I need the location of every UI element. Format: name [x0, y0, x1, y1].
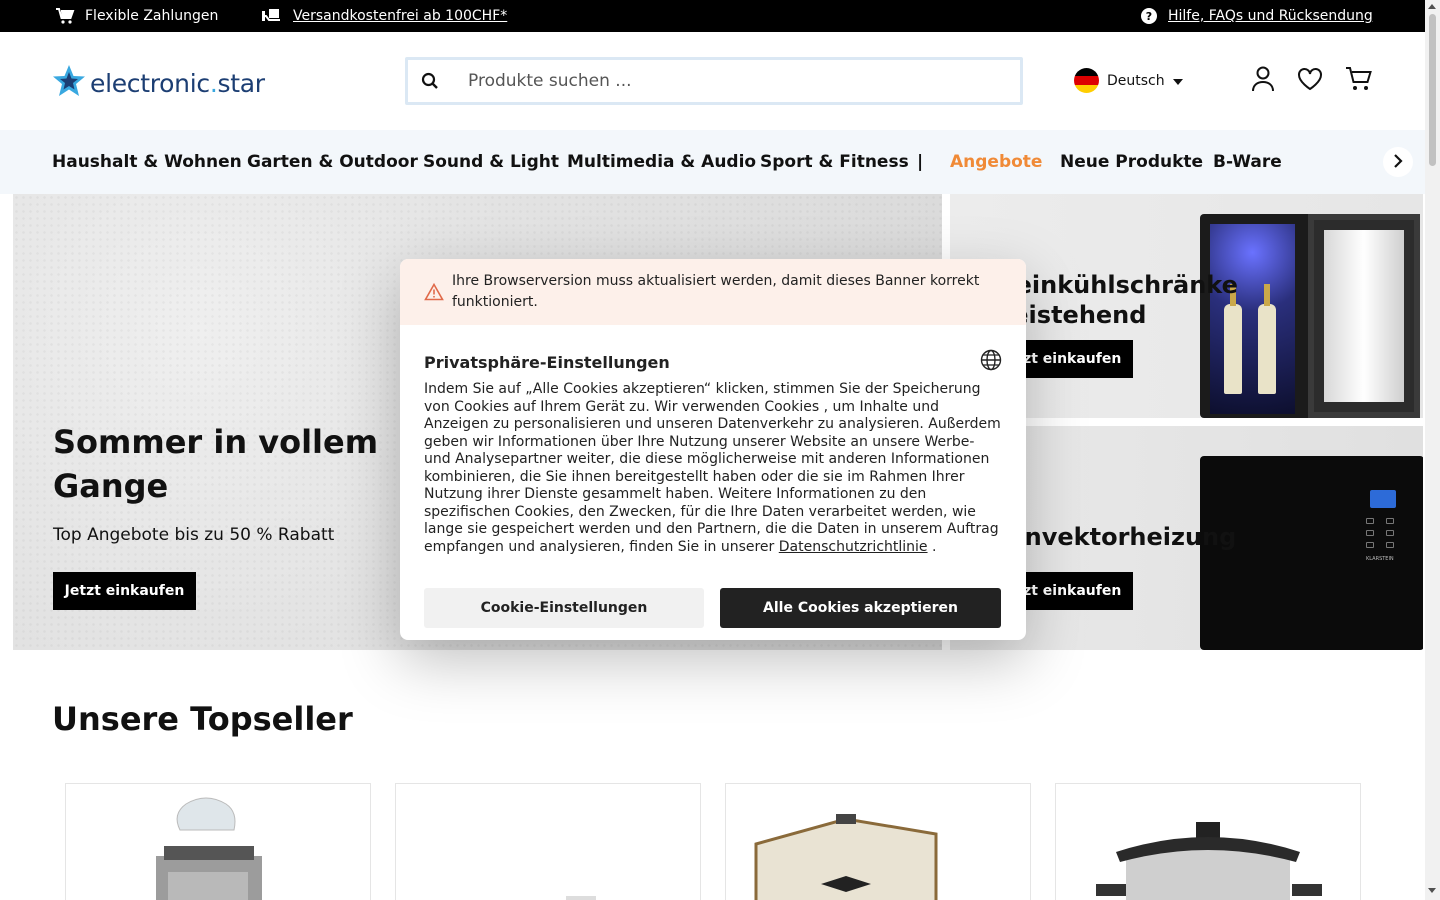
product-card[interactable] — [1055, 783, 1361, 900]
cookie-settings-button[interactable]: Cookie-Einstellungen — [424, 588, 704, 628]
star-logo-icon — [52, 64, 86, 102]
nav-item-b-ware[interactable]: B-Ware — [1213, 130, 1282, 194]
heater-title: Konvektorheizung — [990, 523, 1237, 551]
hero-subtitle: Top Angebote bis zu 50 % Rabatt — [53, 525, 335, 545]
nav-item-neue-produkte[interactable]: Neue Produkte — [1060, 130, 1203, 194]
product-card[interactable] — [65, 783, 371, 900]
hero-cta-button[interactable]: Jetzt einkaufen — [53, 572, 196, 610]
scrollbar-thumb[interactable] — [1429, 14, 1436, 166]
wishlist-heart-icon[interactable] — [1296, 65, 1324, 93]
main-navigation: Haushalt & Wohnen Garten & Outdoor Sound… — [0, 130, 1425, 194]
cookie-consent-text: Indem Sie auf „Alle Cookies akzeptieren“… — [424, 381, 1001, 555]
browser-warning-text: Ihre Browserversion muss aktualisiert we… — [452, 273, 980, 310]
nav-item-sport-fitness[interactable]: Sport & Fitness — [760, 130, 909, 194]
page-scrollbar[interactable] — [1425, 0, 1440, 900]
product-image — [726, 784, 1030, 900]
language-selector[interactable]: Deutsch — [1074, 68, 1183, 93]
nav-next-button[interactable] — [1383, 147, 1413, 177]
product-card[interactable] — [725, 783, 1031, 900]
nav-item-garten-outdoor[interactable]: Garten & Outdoor — [247, 130, 418, 194]
account-icon[interactable] — [1249, 65, 1277, 93]
cart-icon — [55, 7, 75, 25]
nav-divider: | — [917, 152, 924, 172]
product-image — [396, 784, 700, 900]
search-icon[interactable] — [408, 60, 452, 102]
hero-title: Sommer in vollem Gange — [53, 423, 379, 505]
browser-warning-banner: Ihre Browserversion muss aktualisiert we… — [400, 259, 1026, 325]
heater-image: KLARSTEIN — [1200, 456, 1423, 650]
nav-item-sound-light[interactable]: Sound & Light — [423, 130, 559, 194]
payments-label: Flexible Zahlungen — [85, 8, 219, 24]
privacy-settings-title: Privatsphäre-Einstellungen — [424, 352, 670, 372]
logo-text: electronic.star — [90, 68, 265, 98]
product-image — [66, 784, 370, 900]
cookie-consent-dialog: Ihre Browserversion muss aktualisiert we… — [400, 259, 1026, 640]
header: electronic.star Deutsch — [0, 32, 1425, 130]
caret-down-icon — [1172, 73, 1183, 89]
shipping-info[interactable]: Versandkostenfrei ab 100CHF* — [261, 0, 507, 32]
shopping-cart-icon[interactable] — [1345, 65, 1373, 93]
german-flag-icon — [1074, 68, 1099, 93]
scroll-down-arrow-icon[interactable] — [1428, 888, 1436, 893]
nav-item-multimedia-audio[interactable]: Multimedia & Audio — [567, 130, 756, 194]
site-logo[interactable]: electronic.star — [52, 64, 265, 102]
chevron-right-icon — [1393, 153, 1403, 172]
help-icon: ? — [1140, 7, 1158, 25]
scroll-up-arrow-icon[interactable] — [1428, 4, 1436, 9]
product-image — [1056, 784, 1360, 900]
search-input[interactable] — [452, 60, 1020, 102]
shipping-link[interactable]: Versandkostenfrei ab 100CHF* — [293, 8, 507, 24]
help-info[interactable]: ? Hilfe, FAQs und Rücksendung — [1140, 0, 1373, 32]
accept-all-cookies-button[interactable]: Alle Cookies akzeptieren — [720, 588, 1001, 628]
search-bar[interactable] — [405, 57, 1023, 105]
payments-info: Flexible Zahlungen — [55, 0, 218, 32]
delivery-icon — [261, 7, 283, 25]
wine-fridge-title: Weinkühlschränke freistehend — [990, 271, 1238, 329]
nav-item-angebote[interactable]: Angebote — [950, 130, 1042, 194]
warning-triangle-icon — [424, 282, 444, 305]
nav-item-haushalt-wohnen[interactable]: Haushalt & Wohnen — [52, 130, 242, 194]
privacy-policy-link[interactable]: Datenschutzrichtlinie — [779, 539, 928, 555]
language-label: Deutsch — [1107, 72, 1165, 89]
globe-language-icon[interactable] — [980, 349, 1002, 375]
product-card[interactable] — [395, 783, 701, 900]
topseller-heading: Unsere Topseller — [52, 700, 353, 738]
svg-text:?: ? — [1146, 10, 1152, 23]
help-link[interactable]: Hilfe, FAQs und Rücksendung — [1168, 8, 1373, 24]
top-bar: Flexible Zahlungen Versandkostenfrei ab … — [0, 0, 1425, 32]
